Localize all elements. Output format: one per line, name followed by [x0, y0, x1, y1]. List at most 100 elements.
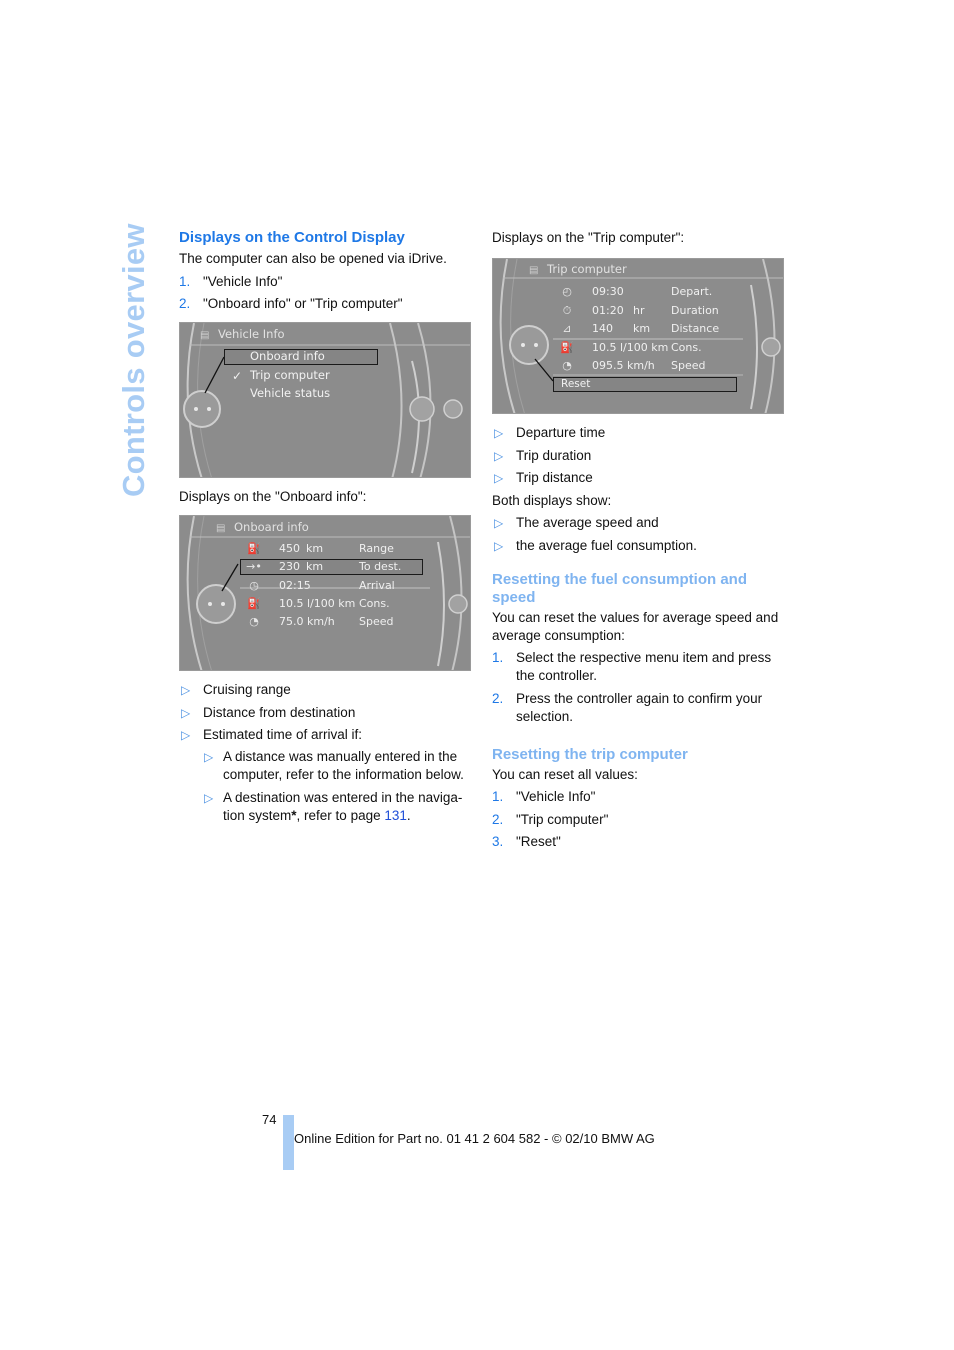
step-text: Select the respective menu item and pres… — [516, 650, 772, 683]
step-number: 2. — [179, 296, 191, 311]
row-label: Arrival — [359, 579, 395, 592]
row-label: Distance — [671, 322, 720, 335]
open-steps-list: 1. "Vehicle Info" 2. "Onboard info" or "Tr… — [179, 273, 471, 314]
step-item: 1. "Vehicle Info" — [492, 788, 787, 806]
bullet-item: ▷ the average fuel consumption. — [492, 537, 787, 555]
right-column: Displays on the "Trip computer": ▤ Trip c… — [492, 228, 787, 856]
menu-item-trip-computer[interactable]: Trip computer — [250, 367, 330, 384]
stopwatch-icon: ⏱ — [562, 304, 572, 317]
onboard-caption: Displays on the "Onboard info": — [179, 489, 367, 504]
fuel-range-icon: ⛽ — [247, 542, 261, 555]
onboard-info-screen-image: ▤ Onboard info ⛽ 450 km Range →• 230 km To dest… — [179, 515, 471, 671]
row-value: 10.5 l/100 km — [592, 341, 669, 354]
menu-item-onboard-info[interactable]: Onboard info — [250, 348, 325, 365]
speedometer-icon: ◔ — [562, 359, 572, 372]
vehicle-icon: ▤ — [200, 330, 210, 341]
row-label: Duration — [671, 304, 719, 317]
step-text: "Trip computer" — [516, 811, 609, 827]
reset-fuel-steps: 1. Select the respective menu item and pr… — [492, 649, 787, 726]
step-item: 3. "Reset" — [492, 833, 787, 851]
row-value: 01:20 — [592, 304, 624, 317]
reset-fuel-intro: You can reset the values for average spe… — [492, 609, 779, 643]
screen-title-bar: ▤ Onboard info — [216, 518, 452, 536]
step-item: 1. Select the respective menu item and pr… — [492, 649, 787, 685]
controller-knob-icon — [196, 584, 236, 624]
trip-bullets: ▷ Departure time ▷ Trip duration ▷ Trip dis… — [492, 424, 787, 487]
row-unit: km — [306, 542, 324, 555]
row-value: 09:30 — [592, 285, 624, 298]
both-bullets: ▷ The average speed and ▷ the average fuel… — [492, 514, 787, 555]
screen-title-bar: ▤ Trip computer — [529, 260, 765, 278]
menu-list-icon: ▤ — [529, 265, 539, 276]
vehicle-info-screen-image: ▤ Vehicle Info Onboard info ✓ Trip comput… — [179, 322, 471, 478]
trip-computer-screen-image: ▤ Trip computer ◴ 09:30 Depart. ⏱ 01:20 hr Dur… — [492, 258, 784, 414]
screen-title: Trip computer — [547, 262, 627, 276]
step-number: 2. — [492, 690, 504, 706]
bullet-item: ▷ Cruising range — [179, 681, 471, 699]
row-label: Cons. — [359, 597, 390, 610]
intro-text: The computer can also be opened via iDri… — [179, 251, 447, 266]
heading-reset-fuel-speed: Resetting the fuel consumption and speed — [492, 570, 748, 606]
step-text: Press the controller again to confirm yo… — [516, 690, 763, 724]
bullet-text: Departure time — [516, 425, 606, 440]
triangle-bullet-icon: ▷ — [494, 471, 504, 485]
bullet-item: ▷ Departure time — [492, 424, 787, 442]
step-number: 1. — [492, 789, 504, 804]
row-label: Speed — [671, 359, 706, 372]
triangle-bullet-icon: ▷ — [181, 728, 191, 742]
bullet-text: Estimated time of arrival if: — [203, 727, 363, 742]
step-text: "Vehicle Info" — [516, 789, 596, 804]
controller-knob-icon — [183, 390, 221, 428]
step-number: 1. — [179, 273, 191, 289]
destination-arrow-icon: →• — [246, 560, 262, 573]
onboard-bullets: ▷ Cruising range ▷ Distance from destinati… — [179, 681, 471, 825]
row-value: 75.0 km/h — [279, 615, 335, 628]
screen-title: Onboard info — [234, 520, 309, 534]
reset-menu-item[interactable]: Reset — [561, 376, 590, 392]
row-label: Cons. — [671, 341, 702, 354]
row-label: To dest. — [359, 560, 402, 573]
step-number: 3. — [492, 834, 504, 849]
row-label: Depart. — [671, 285, 713, 298]
triangle-bullet-icon: ▷ — [204, 790, 214, 805]
left-column: Displays on the Control Display The comp… — [179, 228, 471, 829]
row-value: 140 — [592, 322, 613, 335]
bullet-item: ▷ Trip duration — [492, 447, 787, 465]
row-unit: km — [633, 322, 651, 335]
bullet-item: ▷ The average speed and — [492, 514, 787, 532]
footer-accent-bar — [283, 1115, 294, 1170]
bullet-text: Distance from destination — [203, 704, 356, 720]
step-item: 2. "Onboard info" or "Trip computer" — [179, 295, 471, 313]
sub-bullet-text: . — [406, 807, 411, 823]
page-reference-link[interactable]: 131 — [384, 808, 407, 823]
triangle-bullet-icon: ▷ — [204, 750, 214, 764]
arrival-clock-icon: ◷ — [249, 579, 259, 592]
row-unit: hr — [633, 304, 645, 317]
sub-bullet-item: ▷ A destination was entered in the naviga… — [203, 789, 471, 825]
footer-edition-text: Online Edition for Part no. 01 41 2 604 … — [294, 1131, 655, 1146]
menu-item-vehicle-status[interactable]: Vehicle status — [250, 385, 330, 402]
step-item: 2. Press the controller again to confirm … — [492, 690, 787, 726]
bullet-item: ▷ Estimated time of arrival if: ▷ A distan… — [179, 726, 471, 825]
menu-list-icon: ▤ — [216, 523, 226, 534]
triangle-bullet-icon: ▷ — [181, 705, 191, 720]
row-value: 230 — [279, 560, 300, 573]
screen-title: Vehicle Info — [218, 327, 285, 341]
both-caption: Both displays show: — [492, 492, 612, 508]
fuel-pump-icon: ⛽ — [560, 341, 574, 354]
step-text: "Vehicle Info" — [203, 273, 283, 289]
arrival-sub-bullets: ▷ A distance was manually entered in the … — [203, 748, 471, 825]
row-label: Range — [359, 542, 394, 555]
step-text: "Onboard info" or "Trip computer" — [203, 296, 403, 311]
bullet-item: ▷ Distance from destination — [179, 704, 471, 722]
row-value: 10.5 l/100 km — [279, 597, 356, 610]
idrive-frame-graphic — [180, 516, 470, 670]
sub-bullet-item: ▷ A distance was manually entered in the … — [203, 748, 471, 784]
checkmark-icon: ✓ — [232, 369, 243, 383]
heading-displays-control-display: Displays on the Control Display — [179, 229, 405, 246]
row-label: Speed — [359, 615, 394, 628]
reset-trip-intro: You can reset all values: — [492, 766, 638, 782]
bullet-item: ▷ Trip distance — [492, 469, 787, 487]
trip-caption: Displays on the "Trip computer": — [492, 230, 685, 245]
bullet-text: The average speed and — [516, 515, 659, 530]
